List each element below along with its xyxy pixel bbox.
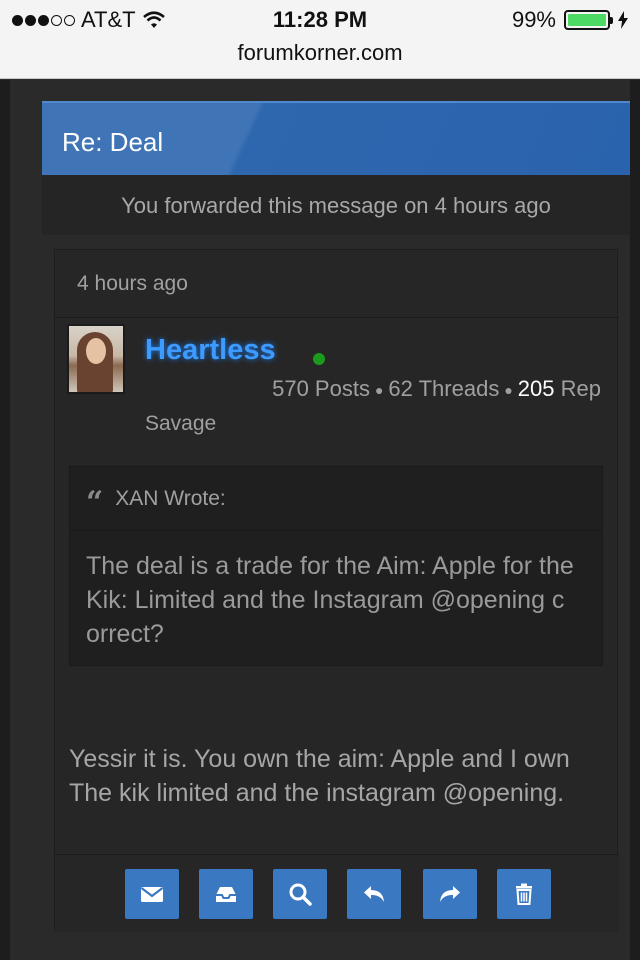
username-link[interactable]: Heartless xyxy=(145,334,276,367)
reply-button[interactable] xyxy=(347,869,401,919)
quote-header: “ XAN Wrote: xyxy=(70,467,602,531)
battery-status: 99% xyxy=(512,7,628,33)
reply-icon xyxy=(364,886,384,902)
trash-icon xyxy=(516,883,532,905)
post-card: 4 hours ago Heartless 570 Posts ● 62 Threa… xyxy=(54,249,619,932)
user-title: Savage xyxy=(145,412,217,435)
forward-button[interactable] xyxy=(423,869,477,919)
search-icon xyxy=(289,883,312,906)
quote-text: The deal is a trade for the Aim: Apple f… xyxy=(86,552,574,648)
mail-icon xyxy=(140,887,164,902)
page-gutter-left xyxy=(0,80,10,960)
post-timestamp: 4 hours ago xyxy=(55,250,619,318)
thread-count: 62 Threads xyxy=(388,376,500,401)
forward-icon xyxy=(440,886,460,902)
user-stats: 570 Posts ● 62 Threads ● 205 Rep xyxy=(272,376,601,401)
battery-icon xyxy=(564,10,613,30)
battery-percent: 99% xyxy=(511,7,556,32)
post-toolbar xyxy=(55,854,619,932)
url-bar[interactable]: forumkorner.com xyxy=(0,40,640,66)
quote-icon: “ xyxy=(86,484,104,520)
delete-button[interactable] xyxy=(497,869,551,919)
charging-icon xyxy=(618,11,628,29)
inbox-button[interactable] xyxy=(199,869,253,919)
rep-value: 205 xyxy=(517,376,555,401)
quote-author: XAN Wrote: xyxy=(115,486,226,510)
rep-label: Rep xyxy=(560,376,601,401)
post-message: Yessir it is. You own the aim: Apple and… xyxy=(69,745,570,807)
online-status-icon xyxy=(313,353,325,365)
thread-title: Re: Deal xyxy=(42,101,630,175)
status-bar: AT&T 11:28 PM 99% forumkorner.com xyxy=(0,0,640,79)
forward-note: You forwarded this message on 4 hours ag… xyxy=(42,175,630,235)
page-gutter-right xyxy=(630,80,640,960)
send-pm-button[interactable] xyxy=(125,869,179,919)
inbox-icon xyxy=(216,887,236,902)
quote-block: “ XAN Wrote: The deal is a trade for the… xyxy=(69,466,603,666)
post-count: 570 Posts xyxy=(272,376,370,401)
avatar[interactable] xyxy=(67,324,125,394)
search-button[interactable] xyxy=(273,869,327,919)
